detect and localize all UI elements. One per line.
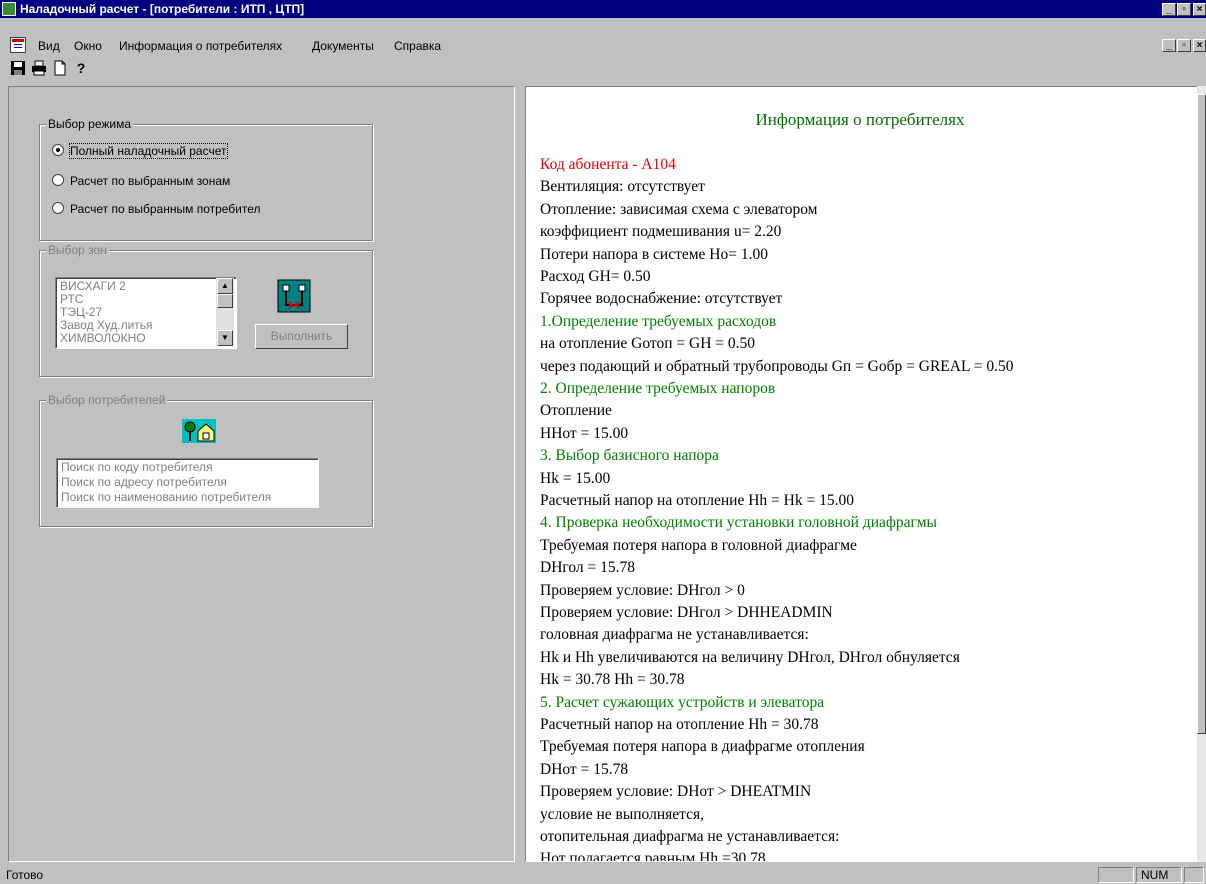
report-section-title: 2. Определение требуемых напоров	[540, 380, 776, 397]
zones-scrollbar[interactable]: ▲ ▼	[216, 278, 234, 346]
menu-bar: Вид Окно Информация о потребителях Докум…	[0, 37, 1206, 55]
report-line: Проверяем условие: DHгол > 0	[540, 581, 745, 599]
radio-button-icon[interactable]	[52, 144, 64, 156]
list-item[interactable]: Завод Худ.литья	[60, 318, 153, 332]
report-line: Расход GH= 0.50	[540, 268, 651, 285]
scroll-up-arrow-icon[interactable]: ▲	[217, 278, 233, 294]
report-line: Отопление	[540, 402, 612, 420]
save-icon[interactable]	[10, 60, 26, 76]
scroll-thumb[interactable]	[217, 294, 233, 308]
search-by-address-item[interactable]: Поиск по адресу потребителя	[61, 475, 227, 489]
menu-consumer-info[interactable]: Информация о потребителях	[119, 39, 282, 53]
menu-documents[interactable]: Документы	[312, 39, 374, 53]
report-section-title: 5. Расчет сужающих устройств и элеватора	[540, 693, 825, 711]
left-pane: Выбор режима Полный наладочный расчет Ра…	[8, 86, 515, 862]
mode-group: Выбор режима Полный наладочный расчет Ра…	[39, 117, 373, 241]
report-line: Проверяем условие: DHгол > DHHEADMIN	[540, 604, 833, 621]
status-panel-empty	[1098, 867, 1134, 883]
zones-group: Выбор зон ВИСХАГИ 2 РТС ТЭЦ-27 Завод Худ…	[39, 243, 373, 377]
status-panel-empty	[1184, 867, 1204, 883]
report-line: Требуемая потеря напора в головной диафр…	[540, 536, 857, 554]
report-line: HHот = 15.00	[540, 424, 629, 442]
zones-listbox[interactable]: ВИСХАГИ 2 РТС ТЭЦ-27 Завод Худ.литья ХИМ…	[55, 277, 237, 349]
search-by-name-item[interactable]: Поиск по наименованию потребителя	[61, 490, 271, 504]
maximize-button[interactable]: ▫	[1177, 3, 1191, 16]
report-line: условие не выполняется,	[540, 805, 704, 823]
document-icon[interactable]	[10, 37, 26, 53]
toolbar: ?	[0, 57, 1206, 81]
consumers-group-legend: Выбор потребителей	[46, 393, 168, 407]
title-gap	[0, 20, 1206, 36]
report-scrollbar[interactable]	[1197, 86, 1206, 862]
radio-by-zones[interactable]: Расчет по выбранным зонам	[52, 174, 230, 188]
zones-group-legend: Выбор зон	[46, 243, 109, 257]
report-line: Вентиляция: отсутствует	[540, 178, 705, 196]
report-line: Hk и Hh увеличиваются на величину DHгол,…	[540, 648, 960, 666]
num-indicator: NUM	[1136, 867, 1182, 883]
menu-window[interactable]: Окно	[74, 39, 102, 53]
report-line: Hот полагается равным Hh =30.78	[540, 850, 766, 862]
report-line: на отопление Gотоп = GH = 0.50	[540, 335, 756, 353]
mdi-minimize-button[interactable]: _	[1162, 39, 1176, 52]
report-section-title: 4. Проверка необходимости установки голо…	[540, 514, 937, 532]
report-line: Hk = 15.00	[540, 469, 611, 487]
print-icon[interactable]	[31, 60, 47, 76]
radio-label: Расчет по выбранным потребител	[70, 202, 261, 216]
title-bar: Наладочный расчет - [потребители : ИТП ,…	[0, 0, 1206, 18]
report-section-title: 3. Выбор базисного напора	[540, 447, 719, 465]
report-line: через подающий и обратный трубопроводы G…	[540, 357, 1014, 375]
subscriber-code: Код абонента - А104	[540, 156, 676, 173]
report-line: коэффициент подмешивания u= 2.20	[540, 223, 782, 241]
help-icon[interactable]: ?	[73, 60, 89, 76]
report-line: Горячее водоснабжение: отсутствует	[540, 290, 783, 308]
radio-label: Расчет по выбранным зонам	[70, 174, 231, 188]
radio-button-icon[interactable]	[52, 202, 64, 214]
list-item[interactable]: ХИМВОЛОКНО	[60, 331, 146, 345]
report-section-title: 1.Определение требуемых расходов	[540, 312, 777, 330]
new-document-icon[interactable]	[52, 60, 68, 76]
radio-label: Полный наладочный расчет	[69, 143, 228, 159]
zones-network-icon[interactable]	[277, 279, 311, 316]
report-line: отопительная диафрагма не устанавливаетс…	[540, 828, 840, 845]
report-scroll-thumb[interactable]	[1197, 94, 1206, 734]
scroll-down-arrow-icon[interactable]: ▼	[217, 330, 233, 346]
report-line: DHгол = 15.78	[540, 559, 636, 577]
report-line: головная диафрагма не устанавливается:	[540, 626, 809, 644]
report-line: Потери напора в системе Ho= 1.00	[540, 245, 768, 263]
window-title: Наладочный расчет - [потребители : ИТП ,…	[20, 2, 305, 16]
radio-button-icon[interactable]	[52, 174, 64, 186]
consumers-group: Выбор потребителей Поиск по коду потреби…	[39, 393, 373, 527]
report-line: Проверяем условие: DHот > DHEATMIN	[540, 783, 812, 801]
search-by-code-item[interactable]: Поиск по коду потребителя	[61, 460, 213, 474]
menu-view[interactable]: Вид	[38, 39, 60, 53]
mdi-maximize-button[interactable]: ▫	[1177, 39, 1191, 52]
close-button[interactable]: ×	[1193, 3, 1206, 16]
list-item[interactable]: ТЭЦ-27	[60, 305, 102, 319]
mdi-close-button[interactable]: ×	[1193, 39, 1206, 52]
status-text: Готово	[6, 868, 44, 882]
consumer-house-icon[interactable]	[182, 419, 216, 446]
report-line: Hk = 30.78 Hh = 30.78	[540, 671, 685, 689]
menu-help[interactable]: Справка	[394, 39, 441, 53]
list-item[interactable]: РТС	[60, 292, 83, 306]
mode-group-legend: Выбор режима	[46, 117, 134, 131]
app-icon	[2, 2, 16, 16]
status-bar: Готово NUM	[0, 866, 1206, 884]
report-line: Расчетный напор на отопление Hh = 30.78	[540, 716, 819, 733]
minimize-button[interactable]: _	[1162, 3, 1176, 16]
execute-button[interactable]: Выполнить	[255, 324, 348, 349]
report-line: Требуемая потеря напора в диафрагме отоп…	[540, 738, 865, 756]
report-heading: Информация о потребителях	[755, 110, 965, 129]
report-line: Расчетный напор на отопление Hh = Hk = 1…	[540, 492, 854, 509]
report-line: DHот = 15.78	[540, 760, 629, 778]
report-pane[interactable]: Информация о потребителях Код абонента -…	[525, 86, 1206, 862]
consumer-search-listbox[interactable]: Поиск по коду потребителя Поиск по адрес…	[56, 458, 319, 508]
list-item[interactable]: ВИСХАГИ 2	[60, 279, 126, 293]
report-line: Отопление: зависимая схема с элеватором	[540, 200, 818, 218]
radio-full-calculation[interactable]: Полный наладочный расчет	[52, 143, 228, 159]
radio-by-consumers[interactable]: Расчет по выбранным потребител	[52, 202, 261, 216]
